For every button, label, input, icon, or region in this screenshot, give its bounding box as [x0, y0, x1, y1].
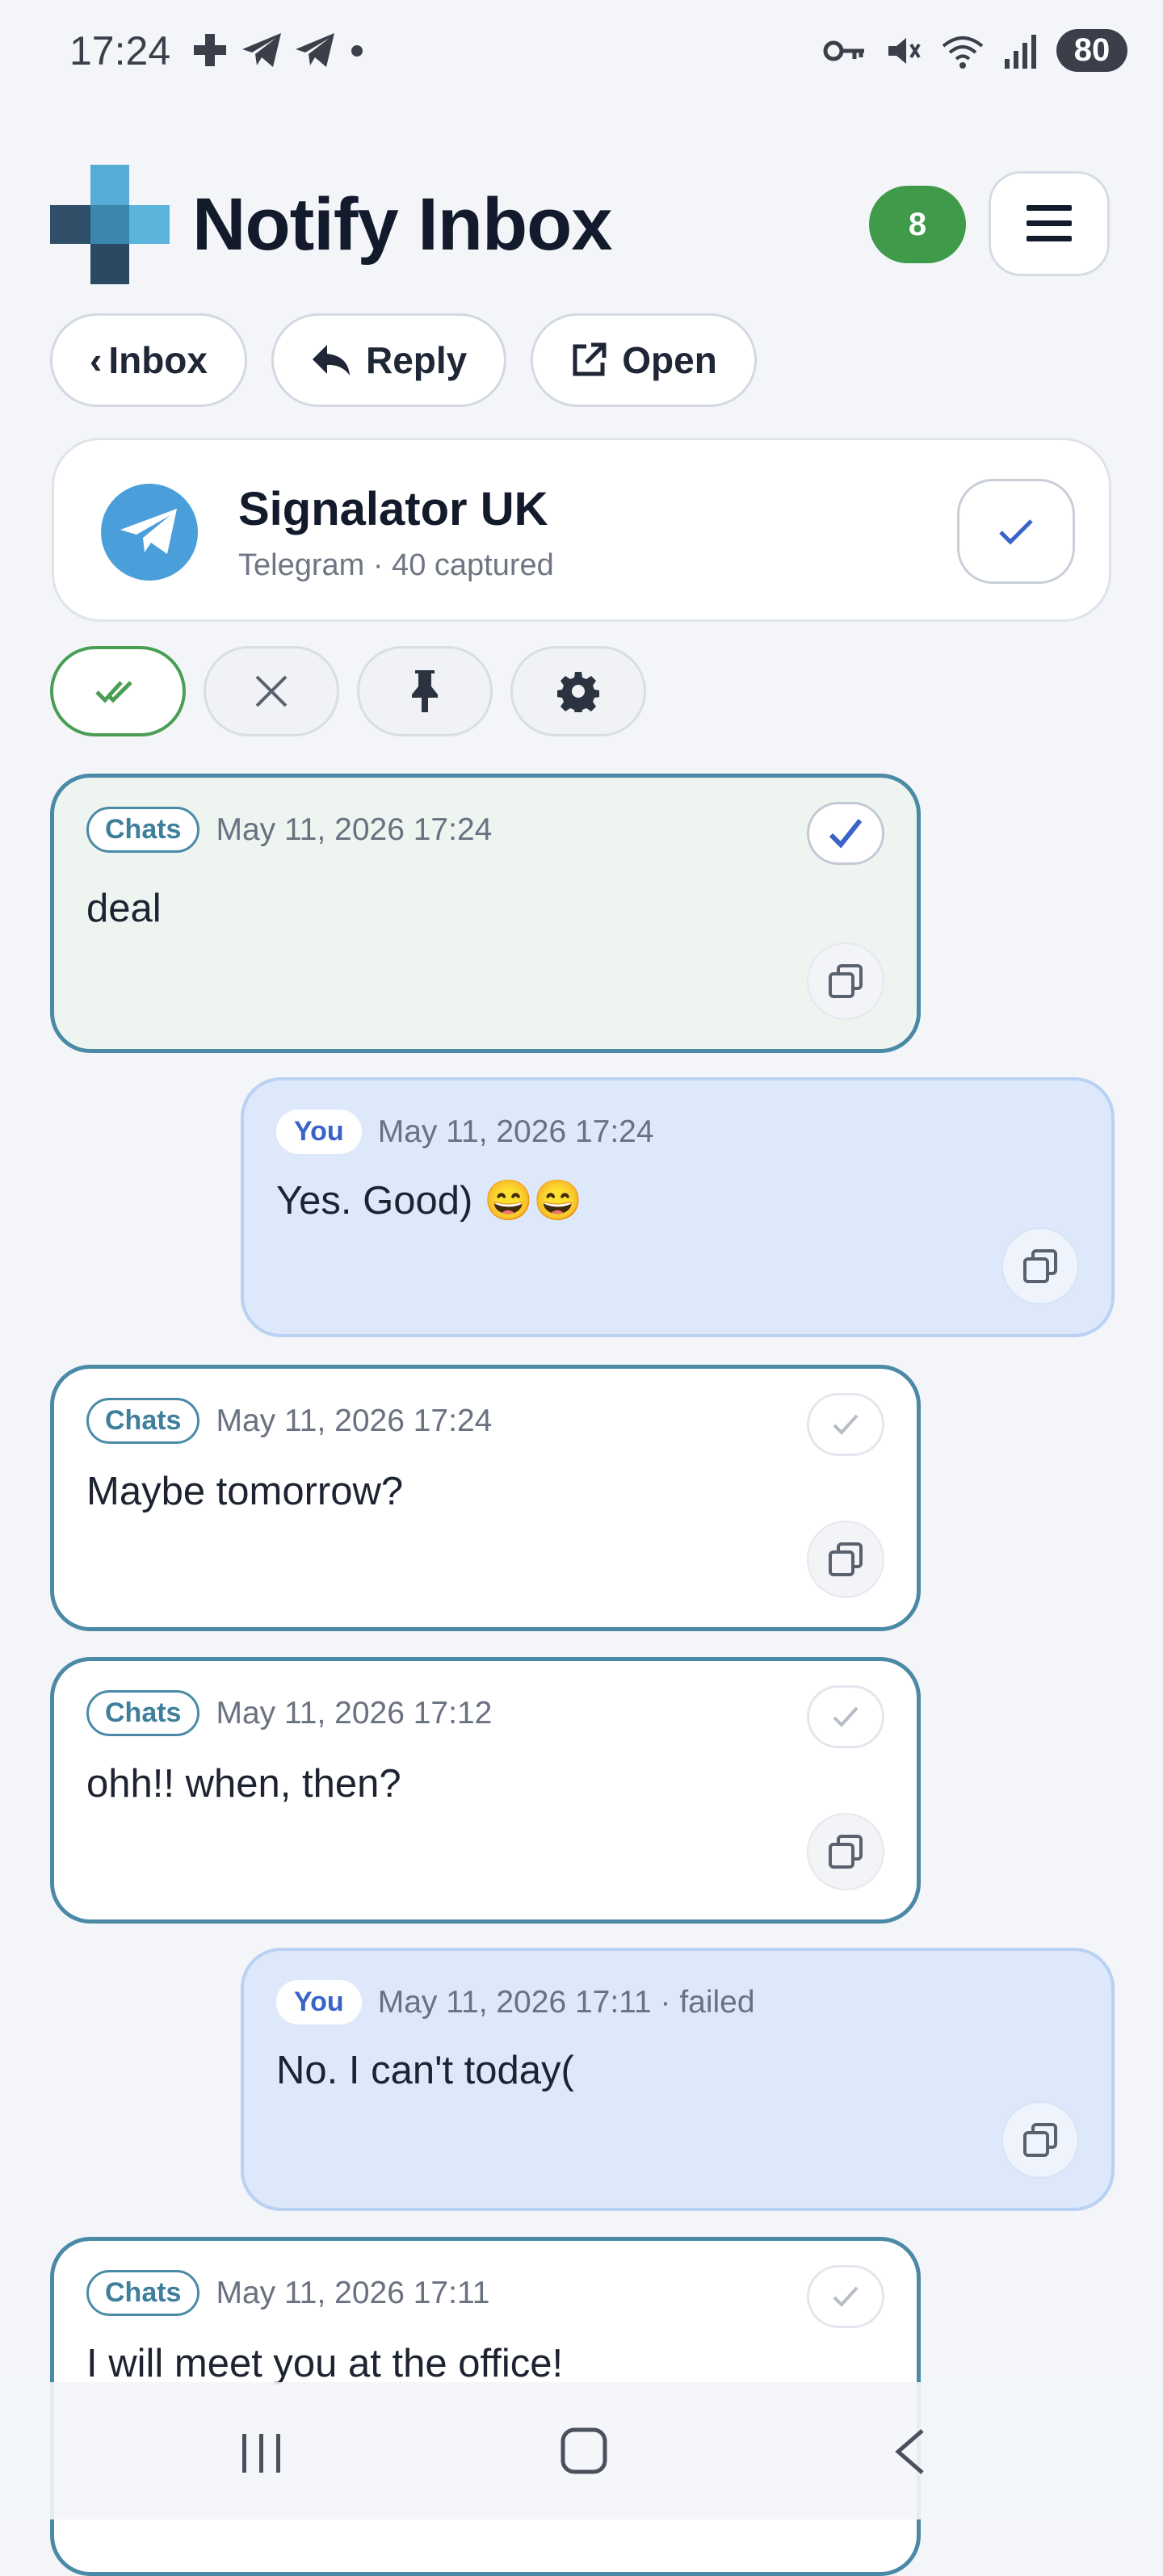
check-icon [833, 1706, 859, 1727]
copy-icon [1023, 2123, 1057, 2157]
message-source-tag: Chats [86, 1690, 200, 1736]
message-timestamp: May 11, 2026 17:24 [377, 1114, 654, 1149]
back-icon[interactable] [893, 2427, 926, 2476]
status-bar: 17:24 80 [0, 0, 1163, 105]
unread-count-badge[interactable]: 8 [869, 186, 966, 263]
settings-button[interactable] [510, 646, 646, 736]
app-title: Notify Inbox [192, 183, 613, 266]
pin-icon [412, 670, 438, 712]
status-notification-icons [191, 31, 367, 69]
message-incoming[interactable]: Chats May 11, 2026 17:24 deal [50, 774, 921, 1053]
copy-button[interactable] [807, 1521, 884, 1598]
contact-subtitle: Telegram · 40 captured [238, 548, 554, 582]
wifi-icon [942, 36, 984, 69]
message-outgoing[interactable]: You May 11, 2026 17:11 · failed No. I ca… [241, 1948, 1115, 2211]
message-author-tag: You [276, 1110, 362, 1154]
status-time: 17:24 [69, 28, 171, 73]
message-text: ohh!! when, then? [86, 1762, 401, 1806]
system-nav-bar [0, 2382, 1163, 2519]
message-timestamp: May 11, 2026 17:11 [216, 2275, 490, 2310]
message-outgoing[interactable]: You May 11, 2026 17:24 Yes. Good) 😄😄 [241, 1077, 1115, 1337]
message-source-tag: Chats [86, 2270, 200, 2316]
open-external-button[interactable]: Open [531, 313, 757, 407]
reply-icon [313, 345, 350, 375]
copy-button[interactable] [807, 1813, 884, 1890]
copy-button[interactable] [807, 942, 884, 1020]
app-logo-icon [50, 165, 170, 284]
gear-icon [557, 672, 599, 712]
mute-icon [888, 37, 921, 64]
telegram-icon [296, 33, 334, 67]
recent-apps-icon[interactable] [239, 2432, 284, 2474]
app-header: Notify Inbox 8 [50, 162, 1116, 291]
message-text: Maybe tomorrow? [86, 1470, 404, 1513]
menu-button[interactable] [989, 171, 1110, 276]
telegram-avatar-icon [101, 484, 198, 581]
mark-read-button[interactable] [957, 479, 1075, 584]
message-text: deal [86, 887, 162, 930]
check-icon [833, 2286, 859, 2307]
message-timestamp: May 11, 2026 17:24 [216, 1403, 493, 1438]
message-text: I will meet you at the office! [86, 2342, 564, 2385]
dismiss-button[interactable] [204, 646, 339, 736]
copy-icon [1023, 1249, 1057, 1283]
status-system-icons: 80 [822, 29, 1127, 72]
signal-icon [1005, 34, 1036, 69]
reply-button-label: Reply [366, 339, 468, 381]
back-to-inbox-button[interactable]: ‹ Inbox [50, 313, 247, 407]
dot-icon [351, 45, 363, 57]
pin-button[interactable] [357, 646, 493, 736]
message-text: No. I can't today( [276, 2049, 574, 2092]
message-source-tag: Chats [86, 1398, 200, 1444]
copy-icon [829, 1835, 863, 1869]
message-author-tag: You [276, 1980, 362, 2024]
chevron-left-icon: ‹ [90, 339, 103, 381]
telegram-icon [242, 33, 281, 67]
message-select-checkbox[interactable] [807, 1393, 884, 1456]
check-icon [999, 519, 1033, 545]
reply-button[interactable]: Reply [271, 313, 507, 407]
message-timestamp: May 11, 2026 17:12 [216, 1695, 493, 1731]
open-button-label: Open [622, 339, 717, 381]
copy-icon [829, 1542, 863, 1576]
contact-name: Signalator UK [238, 483, 548, 535]
copy-button[interactable] [1001, 2101, 1079, 2179]
filter-read-button[interactable] [50, 646, 186, 736]
message-timestamp: May 11, 2026 17:11 · failed [377, 1984, 755, 2020]
message-select-checkbox[interactable] [807, 2265, 884, 2328]
filter-bar [50, 646, 646, 736]
hamburger-icon [1027, 205, 1072, 241]
home-icon[interactable] [561, 2427, 607, 2474]
check-icon [833, 1414, 859, 1435]
plus-icon [194, 34, 226, 66]
message-select-checkbox[interactable] [807, 1685, 884, 1748]
external-link-icon [573, 342, 607, 376]
action-bar: ‹ Inbox Reply Open [50, 313, 757, 407]
message-select-checkbox[interactable] [807, 802, 884, 865]
message-incoming[interactable]: Chats May 11, 2026 17:12 ohh!! when, the… [50, 1657, 921, 1924]
message-text: Yes. Good) 😄😄 [276, 1179, 582, 1223]
message-timestamp: May 11, 2026 17:24 [216, 812, 493, 847]
inbox-button-label: Inbox [108, 339, 208, 381]
copy-icon [829, 964, 863, 998]
message-incoming[interactable]: Chats May 11, 2026 17:24 Maybe tomorrow? [50, 1365, 921, 1631]
check-icon [829, 819, 863, 849]
battery-indicator: 80 [1056, 29, 1127, 72]
copy-button[interactable] [1001, 1227, 1079, 1305]
message-source-tag: Chats [86, 807, 200, 853]
close-icon [255, 675, 288, 707]
contact-card[interactable]: Signalator UK Telegram · 40 captured [52, 438, 1111, 622]
double-check-icon [95, 681, 132, 703]
key-icon [823, 40, 864, 61]
